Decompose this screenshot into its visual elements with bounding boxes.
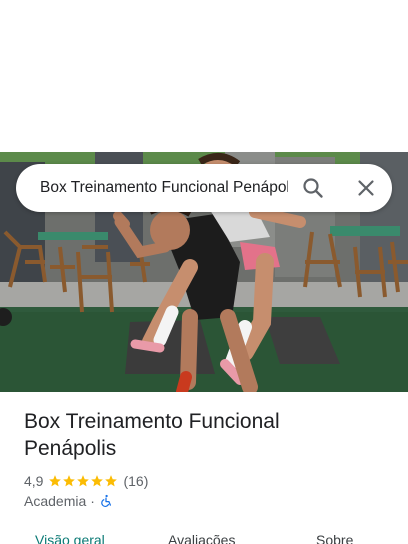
close-icon[interactable] — [354, 176, 378, 200]
rating-row[interactable]: 4,9 (16) — [24, 472, 148, 490]
star-icon — [91, 475, 104, 487]
tab-reviews[interactable]: Avaliações — [168, 532, 235, 544]
star-icon — [77, 475, 90, 487]
rating-value: 4,9 — [24, 473, 44, 489]
search-input[interactable]: Box Treinamento Funcional Penápolis — [40, 164, 288, 212]
review-count[interactable]: (16) — [123, 473, 148, 489]
separator: · — [90, 493, 95, 509]
star-icon — [49, 475, 62, 487]
search-icon[interactable] — [301, 176, 325, 200]
place-tabs: Visão geral Avaliações Sobre — [0, 528, 408, 544]
star-icon — [63, 475, 76, 487]
wheelchair-accessible-icon[interactable] — [99, 494, 113, 508]
place-title: Box Treinamento Funcional Penápolis — [24, 410, 280, 460]
star-icon — [105, 475, 118, 487]
place-details-page: Box Treinamento Funcional Penápolis Box … — [0, 0, 408, 544]
category-row: Academia · — [24, 492, 113, 510]
place-category: Academia — [24, 493, 87, 509]
star-rating — [48, 474, 118, 488]
tab-about[interactable]: Sobre — [316, 532, 353, 544]
tab-overview[interactable]: Visão geral — [35, 532, 105, 544]
search-bar[interactable]: Box Treinamento Funcional Penápolis — [16, 164, 392, 212]
